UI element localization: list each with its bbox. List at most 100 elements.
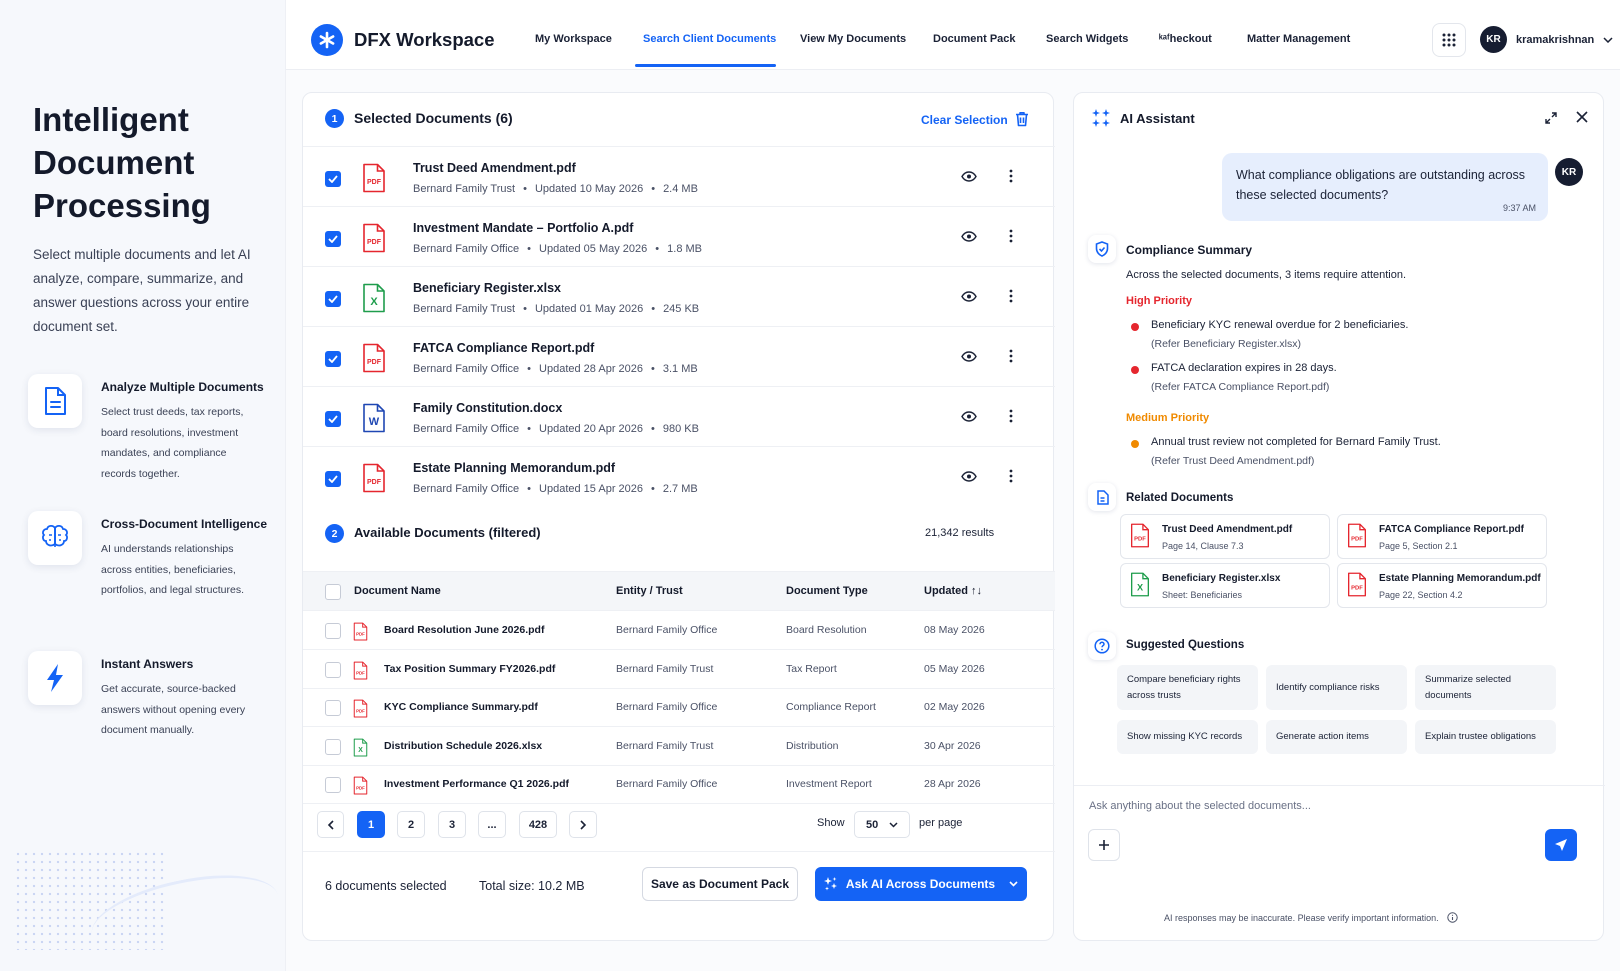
selected-document-row[interactable]: PDF FATCA Compliance Report.pdf Bernard … xyxy=(303,326,1055,388)
svg-text:PDF: PDF xyxy=(1134,537,1146,543)
more-options-icon[interactable] xyxy=(1009,289,1013,303)
nav-search-widgets[interactable]: Search Widgets xyxy=(1046,33,1128,45)
suggested-question-chip[interactable]: Compare beneficiary rights across trusts xyxy=(1117,665,1258,710)
suggested-question-chip[interactable]: Explain trustee obligations xyxy=(1415,720,1556,754)
close-icon[interactable] xyxy=(1576,111,1588,123)
high-item-2-ref[interactable]: (Refer FATCA Compliance Report.pdf) xyxy=(1151,381,1329,393)
per-page-select[interactable]: 50 xyxy=(854,811,910,838)
user-menu[interactable]: KR kramakrishnan xyxy=(1480,26,1613,53)
related-document-card[interactable]: X Beneficiary Register.xlsx Sheet: Benef… xyxy=(1120,563,1330,608)
col-entity[interactable]: Entity / Trust xyxy=(616,585,683,597)
document-name[interactable]: Tax Position Summary FY2026.pdf xyxy=(384,663,555,675)
row-checkbox[interactable] xyxy=(325,623,341,639)
row-checkbox[interactable] xyxy=(325,777,341,793)
eye-icon[interactable] xyxy=(961,291,977,302)
high-bullet xyxy=(1131,323,1139,331)
table-row[interactable]: X Distribution Schedule 2026.xlsx Bernar… xyxy=(303,727,1055,766)
entity: Bernard Family Office xyxy=(616,701,718,713)
prev-page-button[interactable] xyxy=(317,811,344,838)
document-name[interactable]: Estate Planning Memorandum.pdf xyxy=(413,461,615,475)
page-428-button[interactable]: 428 xyxy=(519,811,557,838)
related-document-card[interactable]: PDF Estate Planning Memorandum.pdf Page … xyxy=(1337,563,1547,608)
nav-search-client-documents[interactable]: Search Client Documents xyxy=(643,33,776,45)
selected-document-row[interactable]: PDF Trust Deed Amendment.pdf Bernard Fam… xyxy=(303,146,1055,208)
table-row[interactable]: PDF Investment Performance Q1 2026.pdf B… xyxy=(303,765,1055,804)
more-options-icon[interactable] xyxy=(1009,169,1013,183)
eye-icon[interactable] xyxy=(961,231,977,242)
row-checkbox[interactable] xyxy=(325,738,341,755)
apps-grid-button[interactable] xyxy=(1432,23,1466,57)
table-row[interactable]: PDF KYC Compliance Summary.pdf Bernard F… xyxy=(303,688,1055,727)
medium-item-1-ref[interactable]: (Refer Trust Deed Amendment.pdf) xyxy=(1151,455,1314,467)
document-name[interactable]: Family Constitution.docx xyxy=(413,401,562,415)
document-name[interactable]: Distribution Schedule 2026.xlsx xyxy=(384,740,542,752)
lightning-icon xyxy=(28,651,82,705)
selected-document-row[interactable]: X Beneficiary Register.xlsx Bernard Fami… xyxy=(303,266,1055,328)
more-options-icon[interactable] xyxy=(1009,409,1013,423)
attach-button[interactable] xyxy=(1088,829,1120,861)
document-name[interactable]: FATCA Compliance Report.pdf xyxy=(413,341,594,355)
page-2-button[interactable]: 2 xyxy=(397,811,425,838)
row-checkbox[interactable] xyxy=(325,661,341,678)
more-options-icon[interactable] xyxy=(1009,349,1013,363)
nav-matter-management[interactable]: Matter Management xyxy=(1247,33,1350,45)
save-document-pack-button[interactable]: Save as Document Pack xyxy=(642,867,798,901)
avatar: KR xyxy=(1480,26,1507,53)
suggested-question-chip[interactable]: Summarize selected documents xyxy=(1415,665,1556,710)
row-checkbox[interactable] xyxy=(325,471,341,487)
eye-icon[interactable] xyxy=(961,351,977,362)
eye-icon[interactable] xyxy=(961,471,977,482)
suggested-question-chip[interactable]: Identify compliance risks xyxy=(1266,665,1407,710)
selected-document-row[interactable]: PDF Estate Planning Memorandum.pdf Berna… xyxy=(303,446,1055,508)
clear-selection-button[interactable]: Clear Selection xyxy=(921,113,1008,127)
chat-input[interactable]: Ask anything about the selected document… xyxy=(1089,800,1311,812)
table-row[interactable]: PDF Tax Position Summary FY2026.pdf Bern… xyxy=(303,650,1055,689)
col-document-type[interactable]: Document Type xyxy=(786,585,868,597)
document-name[interactable]: KYC Compliance Summary.pdf xyxy=(384,701,538,713)
row-checkbox[interactable] xyxy=(325,171,341,187)
document-name[interactable]: Investment Performance Q1 2026.pdf xyxy=(384,778,569,790)
svg-text:PDF: PDF xyxy=(356,670,365,675)
document-name[interactable]: Investment Mandate – Portfolio A.pdf xyxy=(413,221,633,235)
row-checkbox[interactable] xyxy=(325,231,341,247)
row-checkbox[interactable] xyxy=(325,411,341,427)
row-checkbox[interactable] xyxy=(325,351,341,367)
next-page-button[interactable] xyxy=(569,811,597,838)
row-checkbox[interactable] xyxy=(325,291,341,307)
nav-my-workspace[interactable]: My Workspace xyxy=(535,33,612,45)
high-item-2: FATCA declaration expires in 28 days. xyxy=(1151,362,1337,374)
entity: Bernard Family Trust xyxy=(616,739,714,752)
eye-icon[interactable] xyxy=(961,171,977,182)
page-1-button[interactable]: 1 xyxy=(357,811,385,838)
col-document-name[interactable]: Document Name xyxy=(354,585,441,597)
document-name[interactable]: Trust Deed Amendment.pdf xyxy=(413,161,576,175)
related-document-card[interactable]: PDF Trust Deed Amendment.pdf Page 14, Cl… xyxy=(1120,514,1330,559)
document-name[interactable]: Beneficiary Register.xlsx xyxy=(413,281,561,295)
row-checkbox[interactable] xyxy=(325,700,341,716)
selected-document-row[interactable]: PDF Investment Mandate – Portfolio A.pdf… xyxy=(303,206,1055,268)
more-options-icon[interactable] xyxy=(1009,229,1013,243)
nav-view-my-documents[interactable]: View My Documents xyxy=(800,33,906,45)
suggested-question-chip[interactable]: Show missing KYC records xyxy=(1117,720,1258,754)
document-name[interactable]: Board Resolution June 2026.pdf xyxy=(384,624,544,636)
related-document-location: Page 5, Section 2.1 xyxy=(1379,541,1458,551)
pdf-file-icon: PDF xyxy=(353,699,368,718)
nav-document-pack[interactable]: Document Pack xyxy=(933,33,1016,45)
high-item-1-ref[interactable]: (Refer Beneficiary Register.xlsx) xyxy=(1151,338,1301,350)
suggested-question-chip[interactable]: Generate action items xyxy=(1266,720,1407,754)
col-updated[interactable]: Updated ↑↓ xyxy=(924,585,982,597)
select-all-checkbox[interactable] xyxy=(325,584,341,600)
ask-ai-button[interactable]: Ask AI Across Documents xyxy=(815,867,1027,901)
page-3-button[interactable]: 3 xyxy=(438,811,466,838)
table-row[interactable]: PDF Board Resolution June 2026.pdf Berna… xyxy=(303,611,1055,650)
nav-checkout[interactable]: ᵏᵃᶠheckout xyxy=(1159,33,1212,45)
related-document-card[interactable]: PDF FATCA Compliance Report.pdf Page 5, … xyxy=(1337,514,1547,559)
more-options-icon[interactable] xyxy=(1009,469,1013,483)
eye-icon[interactable] xyxy=(961,411,977,422)
selected-document-row[interactable]: W Family Constitution.docx Bernard Famil… xyxy=(303,386,1055,448)
trash-icon[interactable] xyxy=(1015,111,1029,127)
send-button[interactable] xyxy=(1545,829,1577,861)
pdf-file-icon: PDF xyxy=(1348,523,1366,548)
medium-item-1: Annual trust review not completed for Be… xyxy=(1151,436,1441,448)
expand-icon[interactable] xyxy=(1545,112,1557,124)
